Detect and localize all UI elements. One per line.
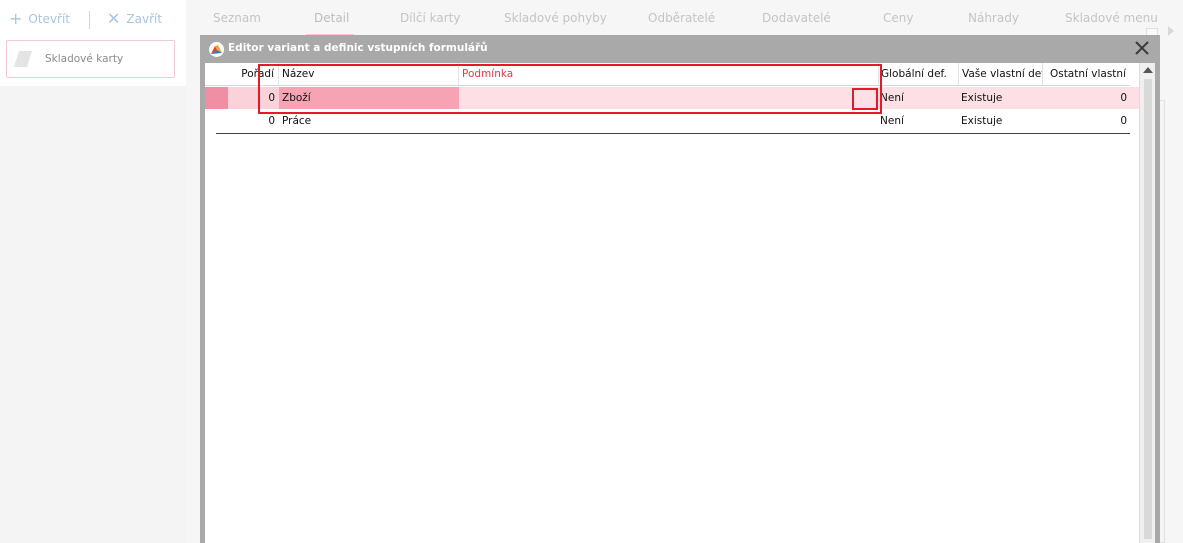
left-blank-area	[0, 86, 186, 543]
left-pane: + Otevřít ✕ Zavřít Skladové karty	[0, 0, 186, 543]
plus-icon: +	[9, 9, 23, 28]
tab-dilci-karty[interactable]: Dílčí karty	[400, 11, 461, 25]
variant-editor-dialog: Editor variant a definic vstupních formu…	[200, 35, 1160, 543]
column-header-name[interactable]: Název	[279, 63, 459, 85]
scrollbar-track[interactable]	[1144, 79, 1152, 539]
tab-bar: Seznam Detail Dílčí karty Skladové pohyb…	[186, 0, 1183, 42]
cell-global-def[interactable]: Není	[880, 110, 958, 132]
column-header-order[interactable]: Pořadí	[205, 63, 279, 85]
scroll-up-arrow-icon[interactable]	[1143, 67, 1153, 73]
tab-nahrady[interactable]: Náhrady	[968, 11, 1019, 25]
table-row[interactable]: 0 Práce Není Existuje 0	[205, 110, 1140, 132]
close-button-label: Zavřít	[126, 12, 163, 26]
column-header-own-def[interactable]: Vaše vlastní def.	[959, 63, 1043, 85]
stock-card-icon	[14, 51, 32, 67]
cell-other-own[interactable]: 0	[1043, 110, 1127, 132]
cell-own-def[interactable]: Existuje	[961, 110, 1041, 132]
header-divider	[205, 85, 1130, 86]
table-row[interactable]: 0 Zboží Není Existuje 0	[205, 87, 1140, 132]
app-logo-icon	[209, 42, 224, 57]
column-header-condition[interactable]: Podmínka	[459, 63, 879, 85]
cell-name[interactable]: Zboží	[282, 87, 452, 109]
tab-seznam[interactable]: Seznam	[213, 11, 261, 25]
dialog-scrollbar[interactable]	[1139, 63, 1155, 543]
close-button[interactable]: ✕ Zavřít	[107, 9, 162, 29]
column-header-global-def[interactable]: Globální def.	[879, 63, 959, 85]
tab-detail[interactable]: Detail	[314, 11, 349, 25]
tab-skladove-menu[interactable]: Skladové menu	[1065, 11, 1158, 25]
cell-own-def[interactable]: Existuje	[961, 87, 1041, 109]
cell-name[interactable]: Práce	[282, 110, 452, 132]
close-icon[interactable]	[1132, 38, 1152, 58]
tab-ceny[interactable]: Ceny	[883, 11, 913, 25]
cell-order[interactable]: 0	[205, 110, 275, 132]
tab-skladove-pohyby[interactable]: Skladové pohyby	[504, 11, 607, 25]
cell-order[interactable]: 0	[205, 87, 275, 109]
open-button-label: Otevřít	[28, 12, 71, 26]
toolbar-separator	[89, 11, 90, 29]
module-card-stock-cards[interactable]: Skladové karty	[6, 40, 175, 78]
open-button[interactable]: + Otevřít	[9, 9, 70, 29]
tab-dodavatele[interactable]: Dodavatelé	[762, 11, 831, 25]
x-icon: ✕	[107, 9, 121, 28]
dialog-titlebar[interactable]: Editor variant a definic vstupních formu…	[200, 35, 1160, 62]
column-header-other-own[interactable]: Ostatní vlastní	[1043, 63, 1130, 85]
tab-odberatele[interactable]: Odběratelé	[648, 11, 715, 25]
grid-bottom-line	[216, 133, 1130, 134]
cell-other-own[interactable]: 0	[1043, 87, 1127, 109]
variants-grid: Pořadí Název Podmínka Globální def. Vaše…	[205, 63, 1140, 543]
module-card-label: Skladové karty	[45, 53, 124, 65]
left-toolbar: + Otevřít ✕ Zavřít	[0, 0, 186, 36]
tab-scroll-right-icon[interactable]	[1168, 26, 1174, 36]
cell-global-def[interactable]: Není	[880, 87, 958, 109]
dialog-title: Editor variant a definic vstupních formu…	[228, 42, 488, 54]
